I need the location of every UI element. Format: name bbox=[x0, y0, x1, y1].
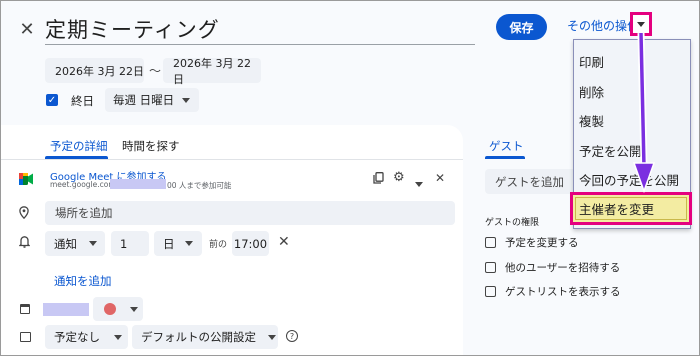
all-day-label: 終日 bbox=[71, 94, 94, 108]
tab-divider bbox=[1, 159, 463, 160]
chevron-down-icon bbox=[114, 334, 122, 340]
event-title-input[interactable]: 定期ミーティング bbox=[45, 14, 475, 45]
tab-event-details[interactable]: 予定の詳細 bbox=[50, 138, 108, 154]
menu-item-print[interactable]: 印刷 bbox=[579, 52, 604, 71]
checkbox[interactable] bbox=[485, 262, 496, 273]
bell-icon bbox=[18, 235, 31, 251]
remove-notification-icon[interactable]: ✕ bbox=[278, 234, 290, 250]
location-input[interactable]: 場所を追加 bbox=[45, 201, 455, 225]
chevron-down-icon bbox=[89, 241, 97, 246]
briefcase-icon bbox=[20, 332, 31, 342]
location-pin-icon bbox=[19, 206, 29, 222]
meet-url: meet.google.com/ bbox=[50, 180, 119, 189]
guest-permissions-title: ゲストの権限 bbox=[485, 218, 540, 228]
menu-item-publish-this-event[interactable]: 今回の予定を公開 bbox=[579, 170, 679, 189]
end-date-field[interactable]: 2026年 3月 22日 bbox=[163, 57, 261, 86]
help-icon[interactable]: ? bbox=[286, 330, 298, 342]
menu-item-change-owner[interactable]: 主催者を変更 bbox=[570, 192, 692, 225]
repeat-select[interactable]: 毎週 日曜日 bbox=[105, 88, 199, 112]
chevron-down-icon bbox=[182, 97, 191, 103]
chevron-down-icon bbox=[268, 334, 276, 340]
copy-icon[interactable] bbox=[373, 172, 384, 184]
chevron-down-icon bbox=[637, 21, 645, 27]
event-edit-window: ✕ 定期ミーティング 保存 その他の操作 2026年 3月 22日 〜 2026… bbox=[0, 0, 700, 356]
all-day-checkbox[interactable]: ✓ bbox=[46, 94, 58, 106]
date-separator: 〜 bbox=[149, 64, 162, 78]
event-color-select[interactable] bbox=[93, 297, 143, 321]
menu-item-duplicate[interactable]: 複製 bbox=[579, 111, 604, 130]
google-meet-icon bbox=[19, 173, 33, 185]
calendar-icon bbox=[20, 304, 30, 314]
availability-select[interactable]: 予定なし bbox=[45, 325, 128, 349]
checkbox[interactable] bbox=[485, 286, 496, 297]
meet-participant-limit: 00 人まで参加可能 bbox=[167, 181, 232, 190]
annotation-arrow bbox=[632, 32, 656, 194]
add-notification-button[interactable]: 通知を追加 bbox=[54, 273, 112, 289]
gear-icon[interactable]: ⚙ bbox=[393, 170, 405, 185]
chevron-down-icon bbox=[184, 241, 193, 246]
notification-amount-input[interactable]: 1 bbox=[111, 231, 149, 256]
notification-unit-value: 日 bbox=[163, 236, 175, 251]
notification-type-select[interactable]: 通知 bbox=[45, 231, 105, 256]
permission-label: ゲストリストを表示する bbox=[505, 286, 621, 298]
add-guest-input[interactable]: ゲストを追加 bbox=[485, 169, 575, 194]
chevron-down-icon bbox=[130, 306, 138, 312]
redacted-calendar-name bbox=[43, 303, 89, 316]
availability-value: 予定なし bbox=[54, 330, 100, 344]
notification-time-field[interactable]: 17:00 bbox=[232, 231, 269, 256]
menu-item-change-owner-label: 主催者を変更 bbox=[579, 202, 655, 217]
start-date-field[interactable]: 2026年 3月 22日 bbox=[45, 58, 144, 83]
permission-label: 他のユーザーを招待する bbox=[505, 262, 621, 274]
checkbox[interactable] bbox=[485, 237, 496, 248]
tab-find-time[interactable]: 時間を探す bbox=[122, 138, 180, 154]
visibility-select[interactable]: デフォルトの公開設定 bbox=[132, 325, 278, 349]
more-actions-button[interactable]: その他の操作 bbox=[567, 17, 639, 34]
close-icon[interactable]: ✕ bbox=[435, 171, 445, 185]
chevron-down-icon[interactable] bbox=[415, 176, 423, 190]
close-icon[interactable]: ✕ bbox=[15, 17, 39, 41]
color-swatch bbox=[104, 303, 116, 315]
notification-type-value: 通知 bbox=[54, 236, 77, 251]
permission-see-guest-list[interactable]: ゲストリストを表示する bbox=[485, 284, 621, 299]
permission-label: 予定を変更する bbox=[505, 237, 579, 249]
notification-before-label: 前の bbox=[209, 240, 228, 250]
menu-item-delete[interactable]: 削除 bbox=[579, 82, 604, 101]
visibility-value: デフォルトの公開設定 bbox=[141, 330, 256, 344]
save-button[interactable]: 保存 bbox=[496, 14, 547, 40]
notification-unit-select[interactable]: 日 bbox=[154, 231, 202, 256]
redacted-meet-code bbox=[110, 179, 166, 189]
tab-guests[interactable]: ゲスト bbox=[489, 138, 524, 154]
permission-modify-event[interactable]: 予定を変更する bbox=[485, 235, 579, 250]
permission-invite-others[interactable]: 他のユーザーを招待する bbox=[485, 260, 620, 275]
guests-tab-indicator bbox=[485, 156, 525, 159]
repeat-value: 毎週 日曜日 bbox=[113, 93, 175, 107]
